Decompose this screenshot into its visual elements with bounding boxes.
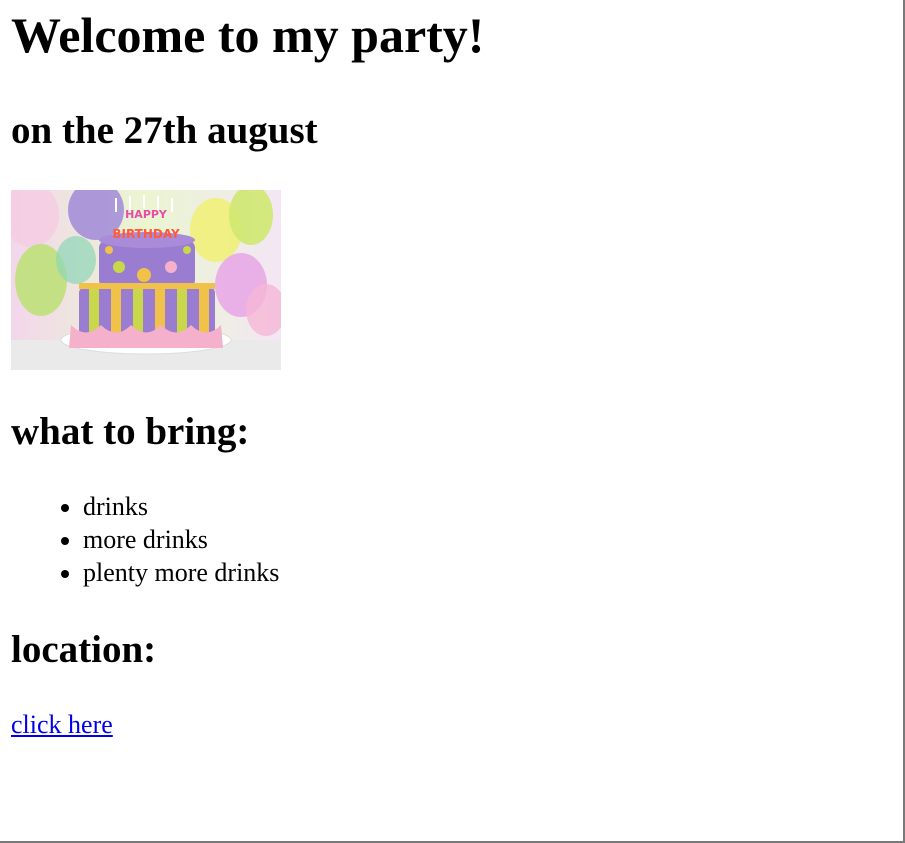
list-item: more drinks bbox=[83, 523, 279, 556]
bring-list: drinks more drinks plenty more drinks bbox=[11, 490, 279, 589]
party-date: on the 27th august bbox=[11, 109, 318, 152]
list-item: drinks bbox=[83, 490, 279, 523]
location-heading: location: bbox=[11, 628, 157, 671]
birthday-cake-image: HAPPY BIRTHDAY bbox=[11, 190, 281, 370]
candle-text-top: HAPPY bbox=[125, 208, 168, 221]
location-link[interactable]: click here bbox=[11, 708, 113, 741]
what-to-bring-heading: what to bring: bbox=[11, 410, 250, 453]
list-item: plenty more drinks bbox=[83, 556, 279, 589]
candle-text-bottom: BIRTHDAY bbox=[112, 227, 180, 241]
page-title: Welcome to my party! bbox=[11, 7, 485, 63]
